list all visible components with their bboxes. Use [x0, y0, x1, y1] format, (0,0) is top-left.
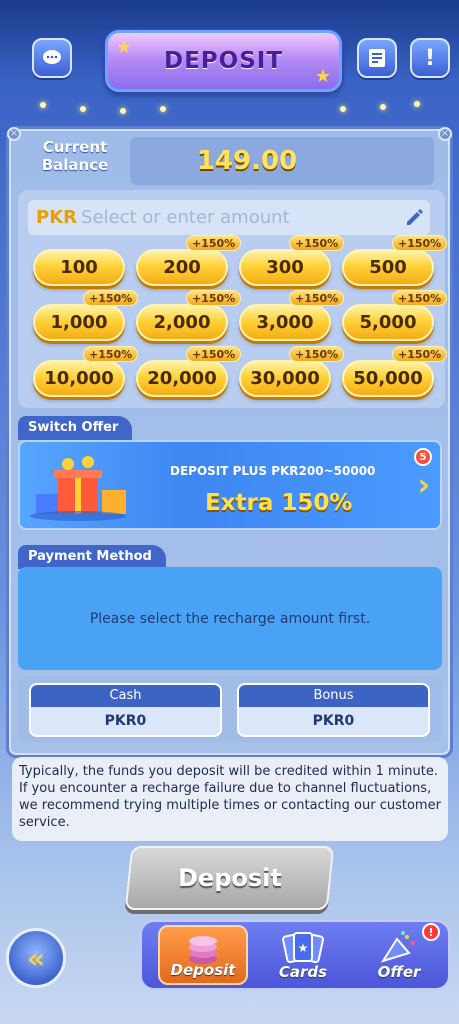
- amount-option-button[interactable]: 10,000: [33, 360, 125, 397]
- screw-icon: ×: [7, 127, 21, 141]
- amount-option-button[interactable]: 2,000: [136, 304, 228, 341]
- amount-option-button[interactable]: 200: [136, 249, 228, 286]
- amount-option-button[interactable]: 5,000: [342, 304, 434, 341]
- balance-box: 149.00: [130, 137, 434, 185]
- cards-icon: ★: [282, 932, 324, 964]
- back-button[interactable]: «: [6, 928, 66, 988]
- double-chevron-left-icon: «: [26, 941, 46, 975]
- deposit-button-label: Deposit: [177, 864, 282, 892]
- party-popper-icon: [380, 931, 415, 963]
- amount-option-button[interactable]: 100: [33, 249, 125, 286]
- amount-option-button[interactable]: 1,000: [33, 304, 125, 341]
- nav-offer[interactable]: Offer !: [354, 923, 444, 985]
- amount-input[interactable]: PKR Select or enter amount: [28, 200, 430, 235]
- nav-cards-label: Cards: [278, 963, 328, 981]
- bonus-label: Bonus: [239, 685, 428, 707]
- bonus-value: PKR0: [312, 713, 355, 729]
- amount-option-button[interactable]: 3,000: [239, 304, 331, 341]
- title-plate: ★ ★ DEPOSIT: [105, 30, 342, 92]
- bonus-percent-badge: +150%: [392, 346, 448, 362]
- chevron-right-icon[interactable]: ›: [418, 468, 430, 503]
- payment-method-box: Please select the recharge amount first.: [18, 567, 442, 670]
- bonus-percent-badge: +150%: [392, 290, 448, 306]
- nav-offer-label: Offer: [377, 963, 421, 981]
- cash-label: Cash: [31, 685, 220, 707]
- star-icon: ★: [116, 37, 133, 58]
- bonus-percent-badge: +150%: [289, 346, 345, 362]
- deposit-button[interactable]: Deposit: [124, 846, 335, 910]
- bonus-percent-badge: +150%: [392, 235, 448, 251]
- offer-card[interactable]: DEPOSIT PLUS PKR200~50000 Extra 150% › 5: [18, 440, 442, 530]
- nav-offer-badge: !: [422, 923, 440, 941]
- offer-count-badge: 5: [414, 448, 432, 466]
- offer-extra: Extra 150%: [205, 490, 353, 516]
- bonus-percent-badge: +150%: [289, 290, 345, 306]
- payment-message: Please select the recharge amount first.: [89, 610, 371, 627]
- info-button[interactable]: !: [410, 38, 450, 78]
- bonus-percent-badge: +150%: [186, 290, 242, 306]
- string-lights: [40, 100, 420, 114]
- bonus-percent-badge: +150%: [289, 235, 345, 251]
- balance-value: 149.00: [196, 146, 298, 176]
- exclamation-icon: !: [424, 45, 436, 71]
- gift-box-icon: [30, 456, 126, 521]
- balance-label: Current Balance: [41, 138, 109, 174]
- amount-option-button[interactable]: 500: [342, 249, 434, 286]
- header: ★ ★ DEPOSIT !: [0, 0, 459, 120]
- amount-option-button[interactable]: 30,000: [239, 360, 331, 397]
- star-icon: ★: [314, 66, 331, 87]
- bonus-percent-badge: +150%: [83, 290, 139, 306]
- cash-wallet: Cash PKR0: [29, 683, 222, 737]
- bonus-percent-badge: +150%: [186, 346, 242, 362]
- amount-option-button[interactable]: 50,000: [342, 360, 434, 397]
- amount-option-button[interactable]: 20,000: [136, 360, 228, 397]
- switch-offer-tab: Switch Offer: [18, 416, 133, 440]
- amount-option-button[interactable]: 300: [239, 249, 331, 286]
- svg-text:★: ★: [298, 941, 309, 955]
- coins-icon: [189, 936, 217, 964]
- records-button[interactable]: [357, 38, 397, 78]
- page-title: DEPOSIT: [163, 48, 284, 74]
- cash-value: PKR0: [104, 713, 147, 729]
- support-chat-button[interactable]: [32, 38, 72, 78]
- deposit-notice: Typically, the funds you deposit will be…: [12, 757, 448, 841]
- amount-placeholder: Select or enter amount: [81, 207, 290, 228]
- bonus-wallet: Bonus PKR0: [237, 683, 430, 737]
- currency-label: PKR: [36, 207, 78, 228]
- pencil-icon: [407, 209, 423, 225]
- nav-deposit[interactable]: Deposit: [158, 925, 248, 985]
- payment-method-tab: Payment Method: [18, 545, 166, 569]
- screw-icon: ×: [438, 127, 452, 141]
- chat-bubble-icon: [43, 50, 61, 64]
- offer-title: DEPOSIT PLUS PKR200~50000: [170, 464, 376, 478]
- bonus-percent-badge: +150%: [186, 235, 242, 251]
- nav-cards[interactable]: ★ Cards: [258, 925, 348, 985]
- records-list-icon: [369, 49, 385, 67]
- bonus-percent-badge: +150%: [83, 346, 139, 362]
